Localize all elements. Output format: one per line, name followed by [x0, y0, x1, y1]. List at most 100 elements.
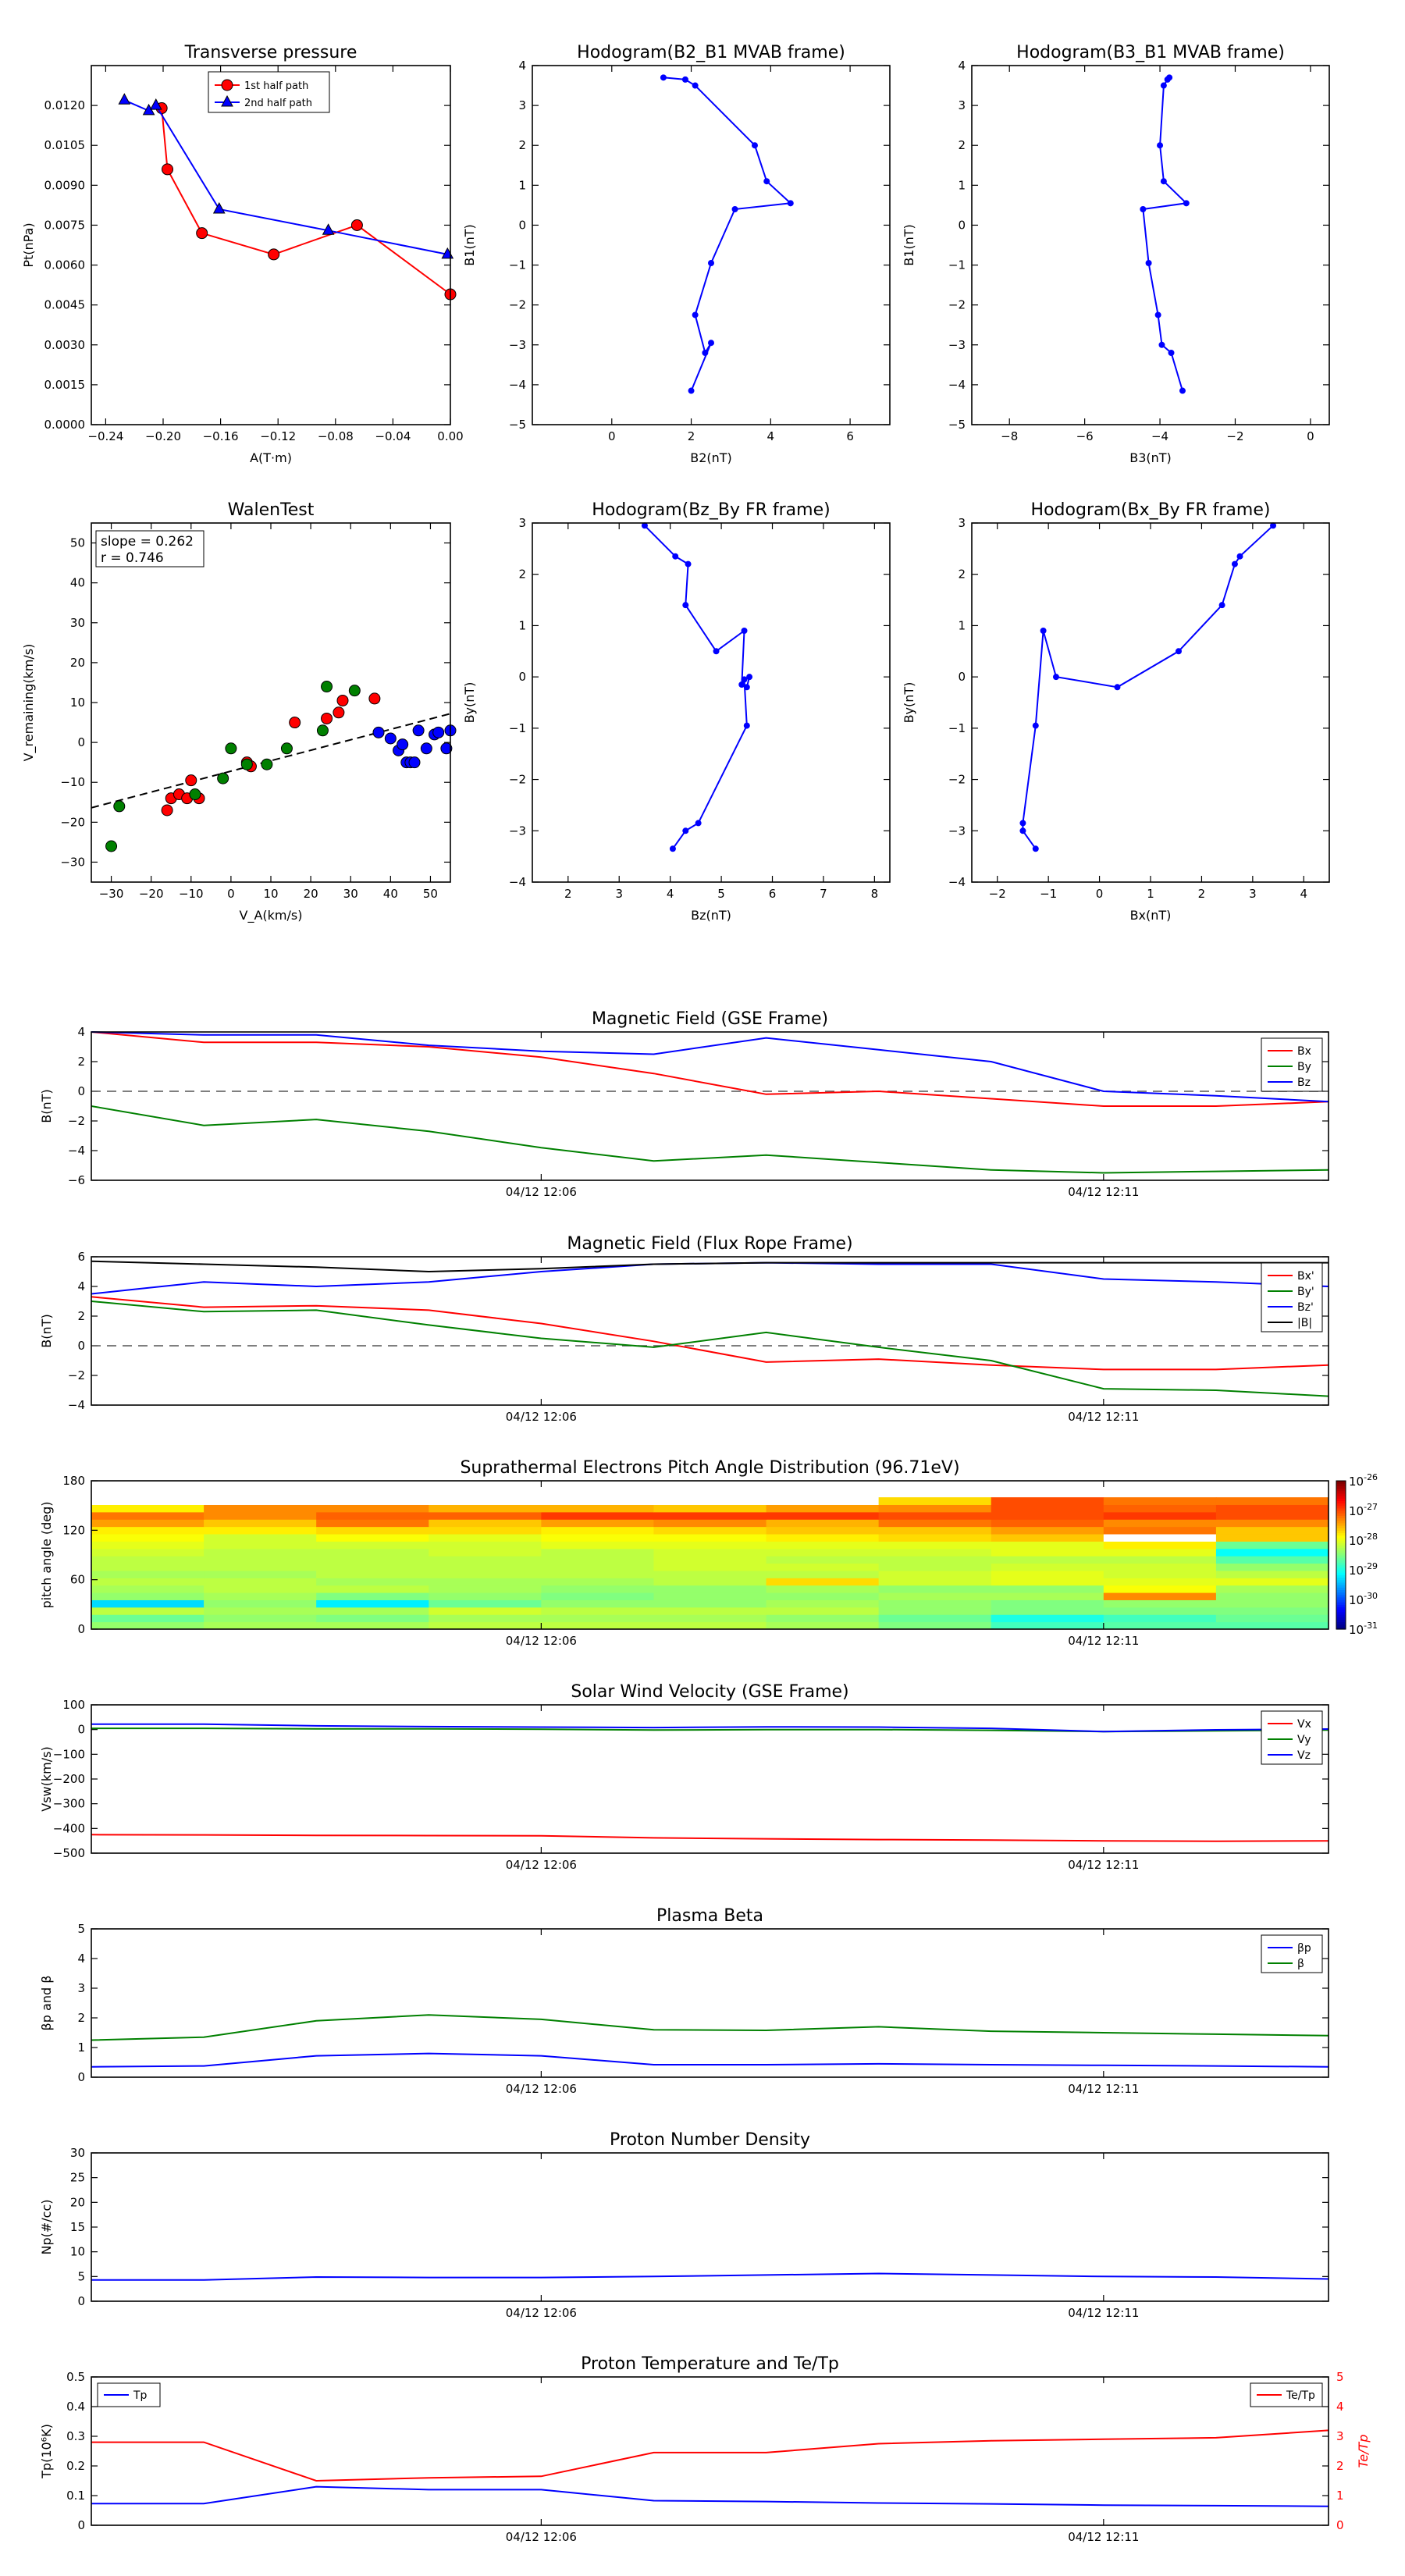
y-tick-label: 100: [62, 1698, 85, 1712]
heatmap-cell: [766, 1548, 880, 1557]
y-tick-label: −5: [509, 418, 526, 432]
heatmap-cell: [204, 1606, 317, 1615]
y-tick-label: 4: [77, 1952, 85, 1966]
chart-hodo4: Hodogram(Bx_By FR frame) Bx(nT) By(nT) −2 −1…: [902, 500, 1330, 923]
heatmap-cell: [316, 1511, 429, 1520]
chart-hodo1: Hodogram(B2_B1 MVAB frame) B2(nT) B1(nT) 0 2…: [462, 43, 891, 465]
heatmap-cell: [541, 1534, 654, 1542]
y-axis-label: B(nT): [39, 1314, 54, 1347]
x-tick-label: 6: [846, 429, 854, 443]
heatmap-cell: [429, 1511, 542, 1520]
heatmap-cell: [541, 1563, 654, 1571]
data-point: [682, 827, 689, 834]
heatmap-cell: [316, 1556, 429, 1564]
heatmap-cell: [429, 1548, 542, 1557]
y-tick-label: 4: [77, 1279, 85, 1293]
series-line: [91, 1300, 1329, 1397]
series-line: [91, 2429, 1329, 2482]
data-point: [741, 676, 748, 683]
heatmap-cell: [429, 1563, 542, 1571]
chart-beta: Plasma Beta βp and β 04/12 12:06 04/12 12:1…: [39, 1906, 1329, 2096]
heatmap-cell: [1103, 1585, 1217, 1593]
y-tick-label: 1: [518, 618, 526, 632]
x-tick-label: 04/12 12:06: [506, 1858, 577, 1872]
y-tick-label: −2: [948, 773, 966, 787]
data-point: [751, 142, 758, 149]
data-point: [162, 163, 174, 176]
heatmap-cell: [91, 1504, 205, 1513]
heatmap-cell: [541, 1519, 654, 1528]
y-tick-label: 3: [958, 98, 966, 112]
heatmap-cell: [1215, 1606, 1329, 1615]
chart-title: Hodogram(Bx_By FR frame): [1031, 500, 1271, 520]
x-tick-label: 1: [1147, 887, 1154, 901]
heatmap-cell: [316, 1534, 429, 1542]
heatmap-cell: [429, 1526, 542, 1535]
y-tick-label: −4: [509, 875, 526, 889]
x-axis-label: B3(nT): [1129, 450, 1172, 465]
data-point: [217, 772, 229, 785]
heatmap-cell: [878, 1570, 992, 1578]
data-point: [1052, 674, 1059, 681]
y-axis-label: B1(nT): [902, 224, 916, 266]
heatmap-cell: [766, 1563, 880, 1571]
heatmap-cell: [91, 1526, 205, 1535]
heatmap-cell: [429, 1556, 542, 1564]
x-tick-label: 04/12 12:06: [506, 2082, 577, 2096]
y-tick-label: 2: [77, 2011, 85, 2025]
slope-text: slope = 0.262: [101, 534, 194, 550]
heatmap-cell: [653, 1592, 767, 1600]
legend-label: Vy: [1297, 1734, 1311, 1746]
y-tick-label: 60: [70, 1573, 85, 1587]
heatmap-cell: [91, 1511, 205, 1520]
x-tick-label: −2: [989, 887, 1006, 901]
y-tick-label: −1: [509, 258, 526, 272]
x-tick-label: −8: [1001, 429, 1018, 443]
heatmap-cell: [653, 1541, 767, 1550]
data-point: [321, 681, 333, 693]
y-tick-label: 120: [62, 1523, 85, 1537]
axes-frame: [91, 522, 451, 883]
heatmap-cell: [541, 1621, 654, 1630]
chart-title: Magnetic Field (GSE Frame): [592, 1009, 828, 1029]
legend: Tp: [97, 2382, 161, 2407]
chart-title: Hodogram(B3_B1 MVAB frame): [1016, 43, 1285, 62]
data-point: [1164, 76, 1171, 83]
heatmap-cell: [1215, 1511, 1329, 1520]
heatmap-cell: [316, 1548, 429, 1557]
heatmap-cell: [878, 1578, 992, 1586]
legend-label: Bx': [1297, 1270, 1314, 1283]
heatmap-cell: [91, 1614, 205, 1623]
x-tick-label: 6: [769, 887, 777, 901]
heatmap-cell: [91, 1519, 205, 1528]
data-point: [161, 804, 173, 817]
heatmap-cell: [91, 1606, 205, 1615]
heatmap-cell: [1215, 1563, 1329, 1571]
y-tick-label: 3: [958, 516, 966, 530]
heatmap-cell: [1103, 1497, 1217, 1505]
y-axis-label: B1(nT): [462, 224, 477, 266]
series-line: [91, 2014, 1329, 2041]
heatmap-cell: [653, 1556, 767, 1564]
heatmap-cell: [204, 1614, 317, 1623]
heatmap-cell: [766, 1578, 880, 1586]
legend-label: |B|: [1297, 1317, 1312, 1329]
heatmap-cell: [766, 1504, 880, 1513]
y-tick-label: −100: [53, 1747, 85, 1761]
x-tick-label: 04/12 12:11: [1068, 1858, 1139, 1872]
y-tick-label: −3: [948, 824, 966, 838]
heatmap-cell: [1215, 1526, 1329, 1535]
chart-title: Magnetic Field (Flux Rope Frame): [567, 1234, 852, 1254]
chart-np: Proton Number Density Np(#/cc) 04/12 12:06…: [39, 2130, 1329, 2320]
heatmap-cell: [91, 1563, 205, 1571]
y-tick-label: 0: [77, 1339, 85, 1353]
y-tick-label: −400: [53, 1821, 85, 1835]
heatmap-cell: [878, 1621, 992, 1630]
data-point: [1231, 560, 1238, 568]
y-tick-label: 20: [70, 656, 85, 670]
heatmap-cell: [1103, 1614, 1217, 1623]
y-tick-label: 1: [1336, 2489, 1344, 2503]
y-tick-label: 0: [518, 670, 526, 684]
data-point: [1154, 311, 1161, 318]
y-tick-label: 25: [70, 2171, 85, 2185]
